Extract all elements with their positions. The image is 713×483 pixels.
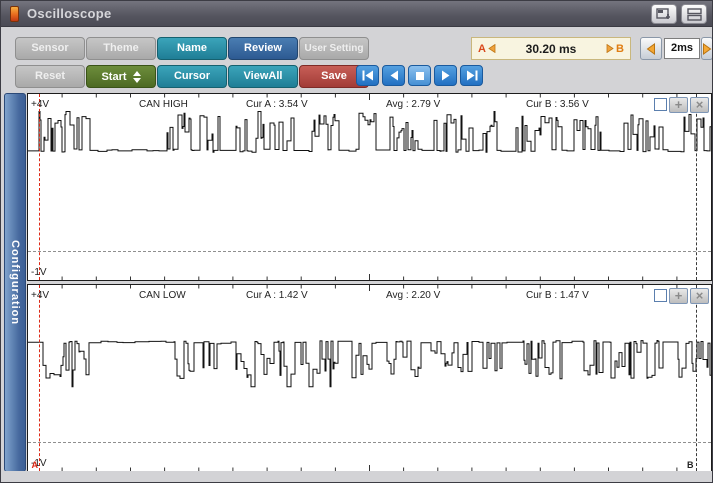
oscilloscope-window: Oscilloscope Sensor Theme Name Review Us…: [0, 0, 713, 483]
sensor-button[interactable]: Sensor: [15, 37, 85, 60]
scale-bottom-label: -1V: [31, 267, 47, 278]
waveform-can-high: [28, 94, 711, 280]
expand-channel-button[interactable]: +: [669, 288, 688, 304]
timebase-value[interactable]: 2ms: [664, 38, 700, 59]
timebase-decrease-button[interactable]: [640, 37, 662, 60]
user-setting-button[interactable]: User Setting: [299, 37, 369, 60]
configuration-tab[interactable]: Configuration: [4, 93, 26, 472]
theme-button[interactable]: Theme: [86, 37, 156, 60]
tile-windows-button[interactable]: [681, 4, 707, 24]
cursor-button[interactable]: Cursor: [157, 65, 227, 88]
left-arrow-icon: [488, 44, 496, 53]
start-button-label: Start: [101, 71, 126, 83]
start-updown-icon: [133, 71, 141, 83]
channel-select-checkbox[interactable]: [654, 289, 667, 302]
stop-button[interactable]: [408, 65, 431, 86]
right-arrow-icon: [606, 44, 614, 53]
scale-top-label: +4V: [31, 99, 49, 110]
go-to-end-icon: [465, 70, 479, 81]
cursor-delta-time: 30.20 ms: [526, 42, 577, 56]
toolbar: Sensor Theme Name Review User Setting Re…: [1, 28, 712, 89]
cursor-b-tag: B: [687, 460, 694, 470]
waveform-can-low: [28, 285, 711, 471]
stop-icon: [415, 71, 425, 81]
channel-name: CAN LOW: [139, 290, 186, 301]
cursor-b-marker: B: [616, 43, 624, 55]
cursor-b-line[interactable]: [696, 94, 697, 280]
name-button[interactable]: Name: [157, 37, 227, 60]
cursor-a-marker: A: [478, 43, 486, 55]
scale-top-label: +4V: [31, 290, 49, 301]
ref-line-minus1v: [28, 442, 711, 443]
close-channel-button[interactable]: ×: [690, 97, 709, 113]
timebase-increase-button[interactable]: [701, 37, 713, 60]
review-button[interactable]: Review: [228, 37, 298, 60]
viewall-button[interactable]: ViewAll: [228, 65, 298, 88]
titlebar: Oscilloscope: [1, 1, 712, 27]
average-value: Avg : 2.20 V: [386, 290, 440, 301]
configuration-tab-label: Configuration: [9, 240, 21, 325]
start-button[interactable]: Start: [86, 65, 156, 88]
scope-panel-can-high: +4V CAN HIGH Cur A : 3.54 V Avg : 2.79 V…: [27, 93, 712, 281]
cursor-a-line[interactable]: [39, 285, 40, 471]
playback-controls: [356, 65, 483, 86]
cursor-b-value: Cur B : 3.56 V: [526, 99, 589, 110]
tile-windows-icon: [687, 8, 702, 21]
cursor-a-line[interactable]: [39, 94, 40, 280]
play-icon: [440, 70, 452, 81]
add-window-button[interactable]: [651, 4, 677, 24]
app-icon: [10, 6, 19, 22]
step-back-button[interactable]: [382, 65, 405, 86]
go-to-end-button[interactable]: [460, 65, 483, 86]
go-to-start-button[interactable]: [356, 65, 379, 86]
channel-name: CAN HIGH: [139, 99, 188, 110]
average-value: Avg : 2.79 V: [386, 99, 440, 110]
cursor-a-value: Cur A : 1.42 V: [246, 290, 308, 301]
bottom-strip: [1, 471, 712, 482]
reset-button[interactable]: Reset: [15, 65, 85, 88]
cursor-b-value: Cur B : 1.47 V: [526, 290, 589, 301]
cursor-a-value: Cur A : 3.54 V: [246, 99, 308, 110]
cursor-b-line[interactable]: [696, 285, 697, 471]
cursor-time-readout: A 30.20 ms B: [471, 37, 631, 60]
go-to-start-icon: [361, 70, 375, 81]
close-channel-button[interactable]: ×: [690, 288, 709, 304]
scope-panel-can-low: +4V CAN LOW Cur A : 1.42 V Avg : 2.20 V …: [27, 284, 712, 472]
play-button[interactable]: [434, 65, 457, 86]
ref-line-minus1v: [28, 251, 711, 252]
timebase-left-arrow-icon: [646, 43, 656, 55]
window-title: Oscilloscope: [27, 6, 112, 21]
cursor-a-tag: A: [31, 460, 38, 470]
timebase-right-arrow-icon: [702, 43, 712, 55]
step-back-icon: [388, 70, 400, 81]
add-window-icon: [656, 8, 672, 21]
expand-channel-button[interactable]: +: [669, 97, 688, 113]
channel-select-checkbox[interactable]: [654, 98, 667, 111]
